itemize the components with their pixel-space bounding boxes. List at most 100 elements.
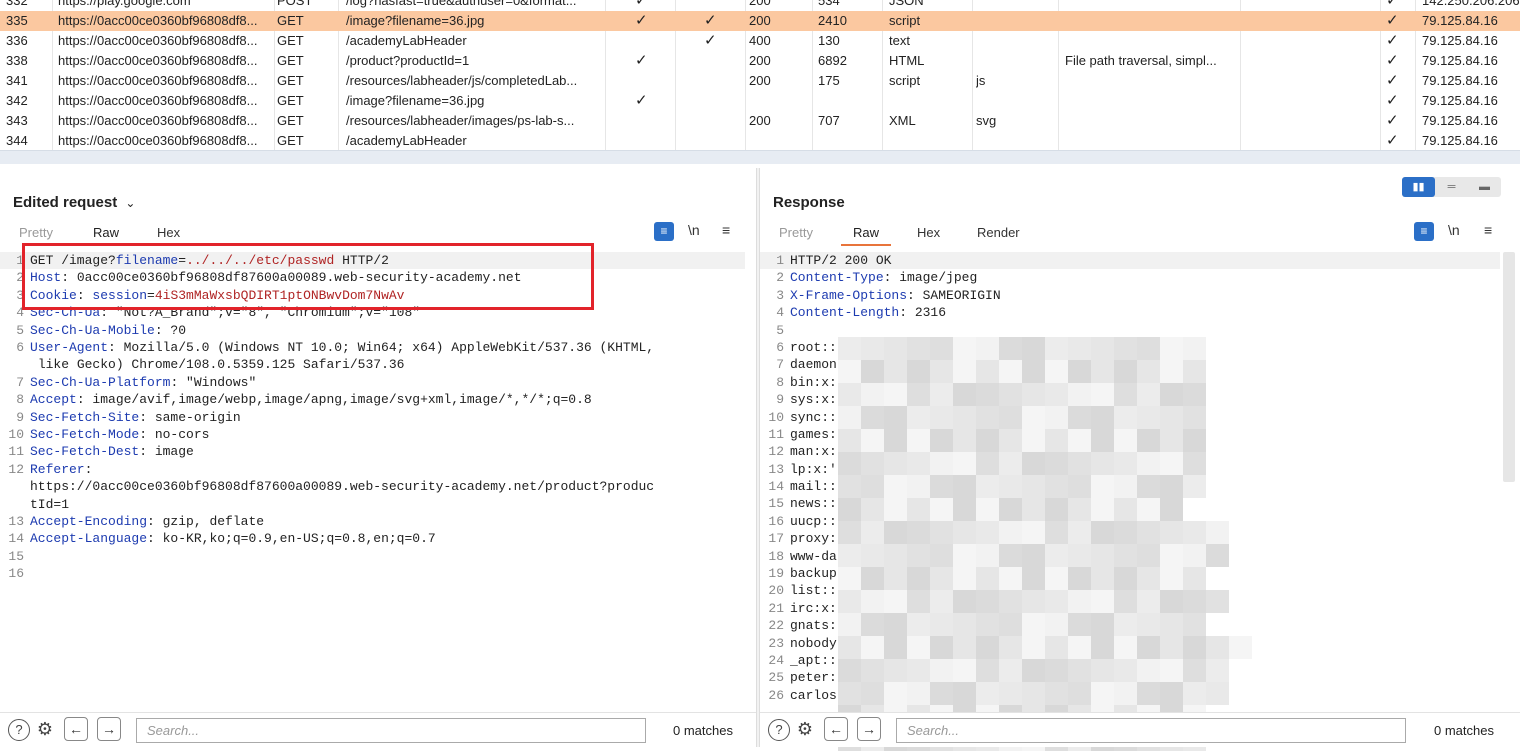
layout-stacked-icon[interactable]: ═ [1435,177,1468,197]
history-cell-edited: ✓ [635,0,648,9]
history-row[interactable]: 332 https://play.google.com POST/log?hasfa… [0,0,1520,11]
history-cell-ip: 79.125.84.16 [1422,53,1498,68]
redaction-pixel [907,590,930,613]
layout-tabs-icon[interactable]: ▬ [1468,177,1501,197]
layout-side-by-side-icon[interactable]: ▮▮ [1402,177,1435,197]
redaction-pixel [838,406,861,429]
redaction-pixel [999,475,1022,498]
redaction-pixel [976,590,999,613]
redaction-pixel [1068,475,1091,498]
redaction-pixel [838,360,861,383]
forward-arrow-icon[interactable]: → [857,717,881,741]
code-token: : ?0 [154,322,187,338]
vertical-scrollbar[interactable] [1503,252,1515,482]
redaction-pixel [1206,636,1229,659]
redaction-pixel [1091,521,1114,544]
redaction-pixel [1114,521,1137,544]
redaction-pixel [999,360,1022,383]
header-key: Referer [30,461,85,477]
header-key: Sec-Ch-Ua-Mobile [30,322,155,338]
help-icon[interactable]: ? [768,719,790,741]
redaction-pixel [953,590,976,613]
settings-gear-icon[interactable]: ⚙ [34,719,56,741]
redaction-pixel [1091,452,1114,475]
redaction-pixel [1045,337,1068,360]
redaction-pixel [861,360,884,383]
request-search-input[interactable]: Search... [136,718,646,743]
tab-hex[interactable]: Hex [917,225,940,240]
history-cell-method: GET [277,53,304,68]
history-cell-length: 534 [818,0,840,8]
menu-icon[interactable]: ≡ [1484,222,1492,242]
history-cell-tls: ✓ [1386,12,1399,29]
code-token: : Mozilla/5.0 (Windows NT 10.0; Win64; x… [37,339,655,373]
redaction-pixel [1137,429,1160,452]
history-cell-length: 2410 [818,13,847,28]
back-arrow-icon[interactable]: ← [824,717,848,741]
history-row[interactable]: 343 https://0acc00ce0360bf96808df8... GET /… [0,111,1520,131]
redaction-pixel [1091,567,1114,590]
code-token: : same-origin [139,409,241,425]
redaction-pixel [930,337,953,360]
history-cell-host: https://0acc00ce0360bf96808df8... [58,53,258,68]
code-text: Sec-Ch-Ua-Platform: "Windows" [30,374,745,391]
redaction-pixel [1091,406,1114,429]
redaction-pixel [1183,337,1206,360]
tab-render[interactable]: Render [977,225,1020,240]
newline-toggle[interactable]: \n [1448,222,1460,242]
tab-pretty[interactable]: Pretty [19,225,53,240]
redaction-pixel [907,475,930,498]
forward-arrow-icon[interactable]: → [97,717,121,741]
history-row[interactable]: 336 https://0acc00ce0360bf96808df8... GET /… [0,31,1520,51]
redaction-pixel [1137,498,1160,521]
redaction-pixel [976,337,999,360]
newline-toggle[interactable]: \n [688,222,700,242]
history-row[interactable]: 335 https://0acc00ce0360bf96808df8... GET /… [0,11,1520,31]
redaction-pixel [884,383,907,406]
help-icon[interactable]: ? [8,719,30,741]
redaction-pixel [884,682,907,705]
history-row[interactable]: 344 https://0acc00ce0360bf96808df8... GET /… [0,131,1520,150]
redaction-pixel [1114,452,1137,475]
redaction-pixel [838,636,861,659]
history-row[interactable]: 342 https://0acc00ce0360bf96808df8... GET /… [0,91,1520,111]
wrap-lines-icon[interactable]: ≡ [1414,222,1434,241]
history-cell-method: GET [277,33,304,48]
menu-icon[interactable]: ≡ [722,222,730,242]
code-token: carlos [790,687,837,703]
redaction-pixel [999,383,1022,406]
header-key: Sec-Fetch-Mode [30,426,140,442]
redaction-pixel [861,659,884,682]
history-cell-ip: 142.250.206.206 [1422,0,1520,8]
request-editor[interactable]: 1 GET /image?filename=../../../etc/passwd… [0,252,745,706]
redaction-pixel [999,636,1022,659]
response-search-input[interactable]: Search... [896,718,1406,743]
redaction-pixel [976,521,999,544]
code-token: HTTP/2 200 OK [790,253,892,268]
redaction-pixel [1114,383,1137,406]
settings-gear-icon[interactable]: ⚙ [794,719,816,741]
request-title[interactable]: Edited request ⌄ [13,194,135,211]
back-arrow-icon[interactable]: ← [64,717,88,741]
line-number: 26 [768,687,784,703]
tab-pretty[interactable]: Pretty [779,225,813,240]
header-key: User-Agent [30,339,109,355]
history-cell-params: ✓ [704,12,717,29]
wrap-lines-icon[interactable]: ≡ [654,222,674,241]
redaction-pixel [1022,406,1045,429]
redaction-pixel [1091,360,1114,383]
redaction-pixel [953,475,976,498]
history-row[interactable]: 338 https://0acc00ce0360bf96808df8... GET /… [0,51,1520,71]
tab-raw[interactable]: Raw [840,225,892,246]
redaction-pixel [1114,682,1137,705]
history-row[interactable]: 341 https://0acc00ce0360bf96808df8... GET /… [0,71,1520,91]
code-token: man:x: [790,444,837,460]
code-text: User-Agent: Mozilla/5.0 (Windows NT 10.0… [30,339,745,374]
chevron-down-icon[interactable]: ⌄ [125,196,135,210]
tab-hex[interactable]: Hex [157,225,180,240]
tab-raw[interactable]: Raw [80,225,132,246]
horizontal-scrollbar[interactable] [0,150,1520,164]
code-token: : no-cors [139,426,210,442]
redaction-pixel [1091,590,1114,613]
history-cell-host: https://0acc00ce0360bf96808df8... [58,93,258,108]
